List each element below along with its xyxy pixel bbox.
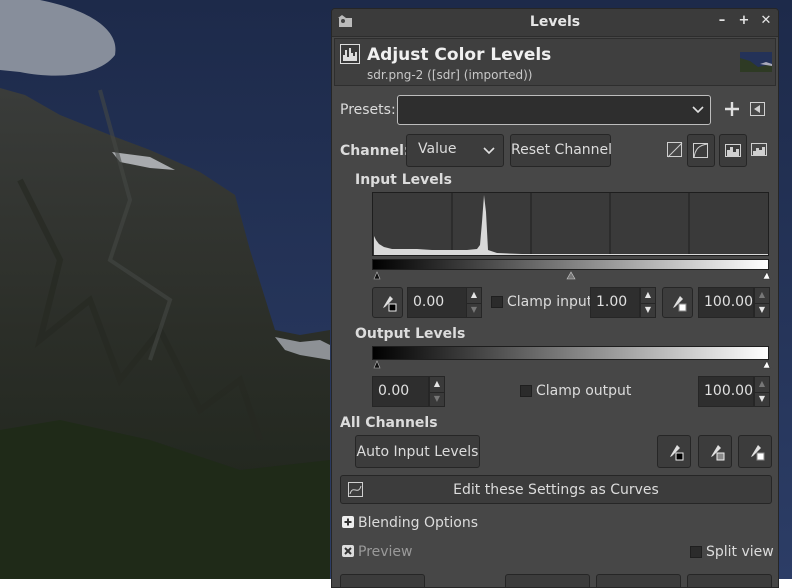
close-button[interactable]: ✕ [757,12,775,30]
eyedropper-black-icon [670,445,684,461]
dialog-header: Adjust Color Levels sdr.png-2 ([sdr] (im… [334,38,776,86]
chevron-down-icon [692,106,704,114]
output-high-spinner[interactable]: ▲ ▼ [754,376,770,407]
spin-up-icon[interactable]: ▲ [755,288,769,304]
spin-down-icon[interactable]: ▼ [430,392,444,407]
blending-options-label[interactable]: Blending Options [358,515,478,531]
levels-dialog: Levels – + ✕ Adjust Color Levels sdr.png… [331,8,779,588]
preset-menu-icon[interactable] [750,102,766,116]
reset-button[interactable] [505,574,590,587]
input-white-handle [762,271,771,280]
output-low-spinner[interactable]: ▲ ▼ [429,376,445,407]
all-pick-white-button[interactable] [738,435,772,468]
log-histogram-view-icon[interactable] [751,143,767,157]
all-channels-heading: All Channels [340,415,438,431]
image-thumbnail [740,52,772,72]
histogram-icon [725,144,741,157]
input-black-handle [373,271,381,280]
maximize-button[interactable]: + [735,12,753,30]
input-high-field[interactable]: 100.00 [698,287,754,318]
clamp-input-label: Clamp input [507,294,593,310]
auto-input-levels-button[interactable]: Auto Input Levels [355,435,480,468]
edit-as-curves-label: Edit these Settings as Curves [453,482,659,498]
output-low-field[interactable]: 0.00 [372,376,429,407]
window-title: Levels [529,14,581,30]
presets-label: Presets: [340,102,396,118]
eyedropper-white-icon [673,296,687,312]
input-gamma-field[interactable]: 1.00 [590,287,640,318]
reset-channel-button[interactable]: Reset Channel [510,134,612,167]
all-pick-black-button[interactable] [657,435,691,468]
input-low-spinner[interactable]: ▲ ▼ [466,287,482,318]
output-white-handle [762,360,771,369]
cancel-button[interactable] [687,574,772,587]
spin-up-icon[interactable]: ▲ [641,288,655,304]
channel-label: Channel: [340,143,410,159]
input-gamma-handle [566,271,576,280]
linear-histogram-icon[interactable] [667,142,683,158]
spin-down-icon[interactable]: ▼ [755,303,769,318]
eyedropper-black-icon [383,296,397,312]
levels-icon [340,44,360,64]
output-levels-heading: Output Levels [355,326,466,342]
presets-combo[interactable] [397,95,711,125]
clamp-output-label: Clamp output [536,383,632,399]
eyedropper-gray-icon [711,445,725,461]
input-histogram [372,192,771,280]
preview-checkbox[interactable] [342,545,354,557]
add-preset-icon[interactable] [724,101,740,117]
input-levels-heading: Input Levels [355,172,452,188]
output-gradient [372,346,771,369]
channel-combo[interactable]: Value [406,134,504,167]
clamp-output-checkbox[interactable] [520,385,532,397]
input-high-spinner[interactable]: ▲ ▼ [754,287,770,318]
split-view-checkbox[interactable] [690,546,702,558]
eyedropper-white-icon [751,445,765,461]
log-histogram-icon [693,143,709,159]
pick-white-point-button[interactable] [662,287,693,318]
curves-icon [348,482,363,497]
minimize-button[interactable]: – [713,12,731,30]
spin-down-icon[interactable]: ▼ [467,303,481,318]
histogram-view-toggle[interactable] [719,134,747,167]
spin-up-icon[interactable]: ▲ [755,377,769,393]
ok-button[interactable] [596,574,681,587]
spin-up-icon[interactable]: ▲ [467,288,481,304]
output-high-field[interactable]: 100.00 [698,376,754,407]
channel-value: Value [418,141,457,157]
edit-as-curves-button[interactable]: Edit these Settings as Curves [340,475,772,504]
help-button[interactable] [340,574,425,587]
preview-label: Preview [358,544,413,560]
chevron-down-icon [483,147,495,155]
clamp-input-checkbox[interactable] [491,296,503,308]
input-gamma-spinner[interactable]: ▲ ▼ [640,287,656,318]
all-pick-gray-button[interactable] [698,435,732,468]
spin-down-icon[interactable]: ▼ [641,303,655,318]
output-black-handle [373,360,381,369]
log-histogram-toggle[interactable] [687,134,715,167]
spin-down-icon[interactable]: ▼ [755,392,769,407]
spin-up-icon[interactable]: ▲ [430,377,444,393]
input-low-field[interactable]: 0.00 [407,287,467,318]
pick-black-point-button[interactable] [372,287,403,318]
expand-plus-icon[interactable] [342,516,354,528]
title-bar[interactable]: Levels – + ✕ [332,9,778,37]
split-view-label: Split view [706,544,774,560]
dialog-heading: Adjust Color Levels [367,45,552,65]
image-name: sdr.png-2 ([sdr] (imported)) [367,68,533,82]
